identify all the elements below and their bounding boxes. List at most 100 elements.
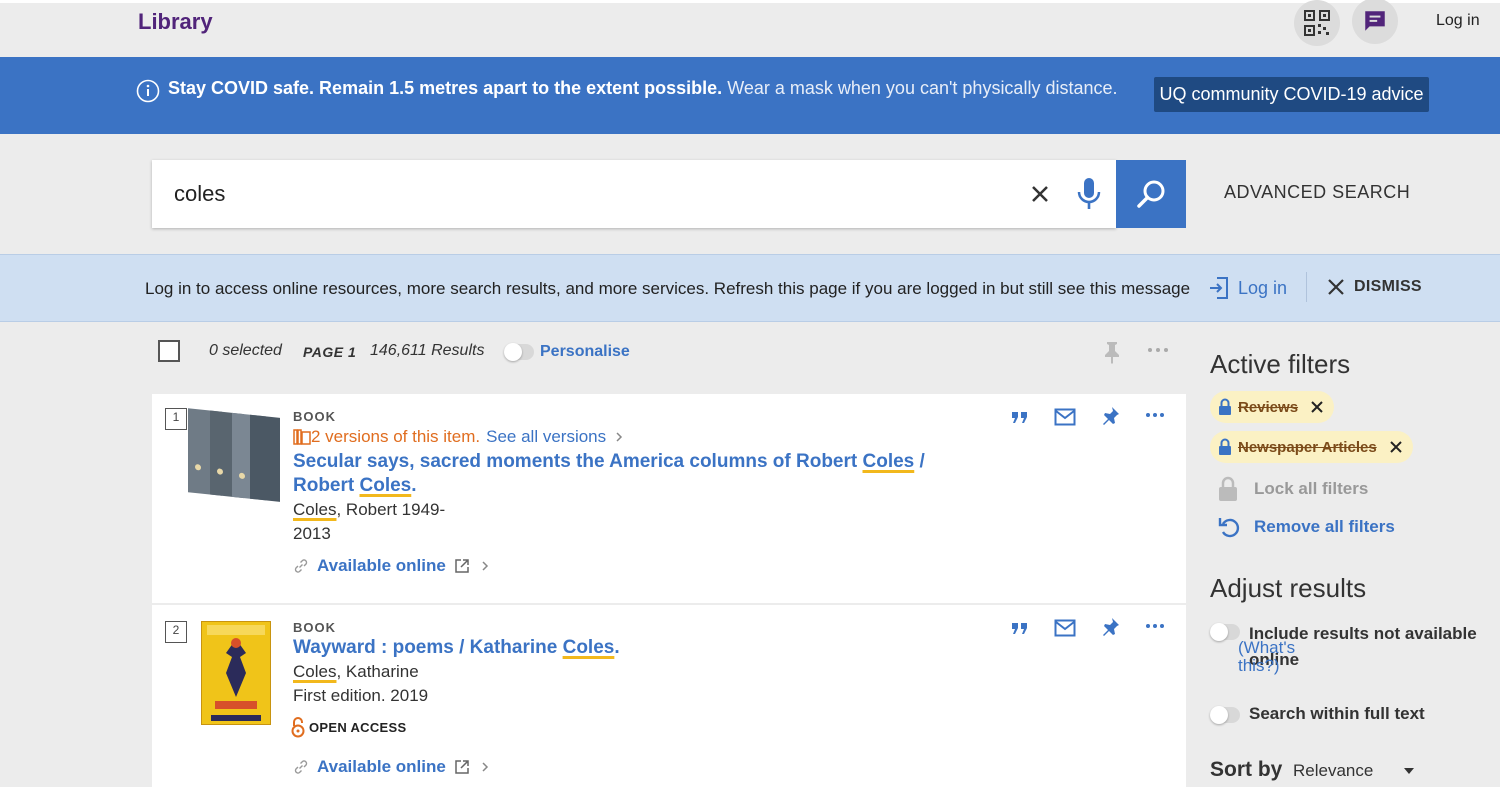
close-icon: [1032, 186, 1048, 202]
versions-text: 2 versions of this item.: [311, 427, 481, 446]
notice-login-button[interactable]: Log in: [1208, 276, 1287, 300]
author-highlight: Coles: [293, 662, 337, 681]
clear-search-button[interactable]: [1026, 180, 1054, 213]
availability-label: Available online: [317, 556, 446, 575]
search-input[interactable]: [174, 178, 994, 210]
title-text: Wayward : poems / Katharine: [293, 637, 563, 658]
caret-down-icon: [1404, 768, 1415, 774]
lock-all-label: Lock all filters: [1254, 479, 1369, 498]
author-text: , Katharine: [336, 662, 419, 681]
covid-message-light: Wear a mask when you can't physically di…: [727, 78, 1118, 98]
chevron-right-icon: [616, 432, 623, 442]
personalise-toggle[interactable]: [504, 343, 534, 361]
result-edition: First edition. 2019: [293, 686, 429, 705]
availability-link[interactable]: Available online: [293, 556, 492, 576]
result-type: BOOK: [293, 409, 336, 424]
sort-by-value: Relevance: [1293, 761, 1374, 780]
result-more-button[interactable]: [1143, 403, 1167, 427]
info-icon: [136, 79, 160, 108]
title-text: Secular says, sacred moments the America…: [293, 451, 863, 472]
login-icon: [1210, 277, 1228, 299]
email-icon: [1054, 619, 1076, 637]
title-highlight: Coles: [562, 637, 615, 658]
sort-by-select[interactable]: Relevance: [1293, 761, 1415, 781]
open-access-label: OPEN ACCESS: [309, 719, 407, 735]
advanced-search-link[interactable]: ADVANCED SEARCH: [1224, 182, 1410, 203]
see-all-versions-link[interactable]: See all versions: [486, 427, 606, 447]
include-not-available-toggle[interactable]: [1210, 623, 1240, 641]
more-horizontal-icon: [1146, 413, 1164, 417]
voice-search-button[interactable]: [1075, 174, 1103, 219]
close-icon[interactable]: [1389, 440, 1403, 454]
selected-count: 0 selected: [209, 342, 282, 359]
qr-code-icon: [1304, 10, 1330, 36]
email-icon: [1054, 408, 1076, 426]
covid-advice-button[interactable]: UQ community COVID-19 advice: [1154, 77, 1429, 112]
adjust-results-heading: Adjust results: [1210, 573, 1367, 603]
result-date: 2013: [293, 524, 331, 543]
more-options-button[interactable]: [1147, 342, 1169, 363]
filter-chip-reviews[interactable]: Reviews: [1210, 391, 1335, 423]
pinned-items-button[interactable]: [1103, 340, 1121, 369]
cite-button[interactable]: [1008, 616, 1032, 640]
covid-message-bold: Stay COVID safe. Remain 1.5 metres apart…: [168, 78, 723, 98]
library-logo[interactable]: Library: [138, 9, 213, 35]
pin-result-button[interactable]: [1099, 616, 1123, 640]
result-title-link[interactable]: Wayward : poems / Katharine Coles.: [293, 636, 620, 660]
personalise-label[interactable]: Personalise: [540, 343, 630, 361]
search-fulltext-toggle[interactable]: [1210, 706, 1240, 724]
close-icon: [1328, 279, 1344, 295]
search-button[interactable]: [1116, 160, 1186, 228]
divider: [1306, 272, 1307, 302]
chevron-right-icon: [482, 762, 488, 772]
email-button[interactable]: [1053, 405, 1077, 429]
book-cover-thumbnail[interactable]: [200, 620, 272, 726]
result-select-checkbox[interactable]: 1: [165, 408, 187, 430]
external-link-icon: [455, 760, 469, 774]
pin-icon: [1103, 407, 1119, 425]
filter-chip-newspaper-articles[interactable]: Newspaper Articles: [1210, 431, 1413, 463]
lock-icon: [1219, 398, 1231, 415]
external-link-icon: [455, 559, 469, 573]
select-all-checkbox[interactable]: [158, 340, 180, 362]
author-highlight: Coles: [293, 500, 337, 519]
remove-all-label: Remove all filters: [1254, 517, 1395, 536]
more-horizontal-icon: [1148, 348, 1168, 352]
result-select-checkbox[interactable]: 2: [165, 621, 187, 643]
covid-message: Stay COVID safe. Remain 1.5 metres apart…: [168, 78, 1118, 99]
chat-button[interactable]: [1352, 0, 1398, 44]
open-lock-icon: [291, 717, 305, 738]
search-icon: [1137, 180, 1165, 208]
versions-icon: [293, 429, 311, 445]
pin-icon: [1105, 342, 1119, 364]
results-count: 146,611 Results: [370, 342, 485, 359]
book-cover-thumbnail[interactable]: [186, 406, 282, 502]
result-author: Coles, Katharine: [293, 660, 419, 684]
link-icon: [294, 559, 308, 573]
page-indicator: PAGE 1: [303, 344, 357, 360]
close-icon[interactable]: [1310, 400, 1324, 414]
pin-result-button[interactable]: [1099, 405, 1123, 429]
header-login-link[interactable]: Log in: [1436, 12, 1480, 30]
top-bar: [0, 0, 1500, 57]
dismiss-label: DISMISS: [1354, 278, 1422, 295]
whats-this-link[interactable]: (What's this?): [1238, 639, 1298, 675]
pin-icon: [1103, 618, 1119, 636]
result-title-link[interactable]: Secular says, sacred moments the America…: [293, 450, 943, 498]
sort-by-label: Sort by: [1210, 758, 1283, 781]
filter-chip-label: Reviews: [1238, 398, 1299, 416]
cite-button[interactable]: [1008, 405, 1032, 429]
qr-code-button[interactable]: [1294, 0, 1340, 46]
quote-icon: [1012, 412, 1027, 423]
dismiss-button[interactable]: DISMISS: [1326, 277, 1422, 297]
lock-icon: [1219, 476, 1237, 501]
search-fulltext-label[interactable]: Search within full text: [1249, 704, 1425, 724]
filter-chip-label: Newspaper Articles: [1238, 438, 1377, 456]
lock-all-filters-button[interactable]: Lock all filters: [1218, 476, 1368, 502]
undo-icon: [1218, 518, 1240, 538]
notice-login-label: Log in: [1238, 277, 1288, 298]
result-more-button[interactable]: [1143, 614, 1167, 638]
email-button[interactable]: [1053, 616, 1077, 640]
remove-all-filters-button[interactable]: Remove all filters: [1218, 515, 1395, 539]
availability-link[interactable]: Available online: [293, 757, 492, 777]
